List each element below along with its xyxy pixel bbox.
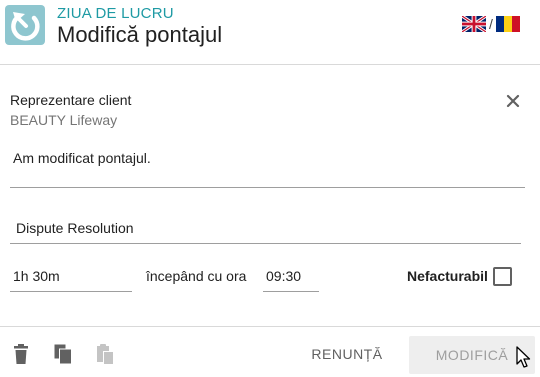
language-separator: /: [489, 16, 493, 32]
clock-refresh-icon: [5, 5, 45, 45]
close-icon[interactable]: [506, 94, 520, 108]
copy-icon[interactable]: [54, 344, 72, 364]
close-button[interactable]: [502, 90, 524, 112]
client-name: BEAUTY Lifeway: [10, 112, 118, 128]
task-field[interactable]: Dispute Resolution: [10, 216, 521, 244]
non-billable-checkbox[interactable]: [493, 267, 512, 286]
header: ZIUA DE LUCRU Modifică pontajul /: [0, 0, 540, 64]
uk-flag-icon[interactable]: [462, 16, 486, 32]
starting-at-label: începând cu ora: [146, 268, 247, 284]
language-switcher: /: [462, 16, 520, 32]
duration-field[interactable]: 1h 30m: [10, 264, 132, 292]
romania-flag-icon[interactable]: [495, 16, 520, 32]
client-label: Reprezentare client: [10, 92, 132, 108]
mouse-pointer-icon: [516, 346, 531, 368]
footer-divider: [0, 326, 540, 327]
start-time-field[interactable]: 09:30: [263, 264, 319, 292]
page-title: Modifică pontajul: [57, 22, 223, 47]
paste-icon[interactable]: [96, 344, 114, 364]
section-subtitle: ZIUA DE LUCRU: [57, 5, 174, 22]
header-divider: [0, 64, 540, 65]
cancel-button[interactable]: RENUNȚĂ: [300, 336, 394, 372]
delete-icon[interactable]: [12, 344, 30, 364]
description-field[interactable]: Am modificat pontajul.: [10, 146, 525, 188]
non-billable-label: Nefacturabil: [407, 268, 488, 284]
